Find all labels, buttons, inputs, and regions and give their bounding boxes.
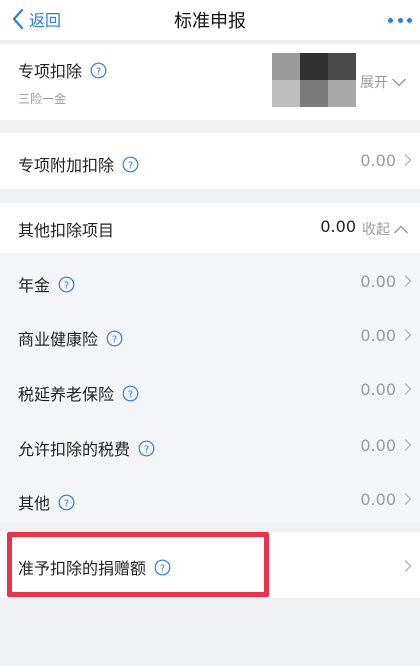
help-icon[interactable]: ? (122, 385, 139, 402)
svg-text:?: ? (128, 160, 133, 171)
item-value: 0.00 (360, 436, 396, 455)
svg-text:?: ? (128, 389, 133, 400)
donation-deduction-row[interactable]: 准予扣除的捐赠额 ? (0, 532, 420, 598)
item-value: 0.00 (360, 490, 396, 509)
chevron-down-icon (392, 78, 406, 86)
item-label: 其他 (18, 494, 51, 513)
chevron-up-icon (394, 225, 408, 233)
help-icon[interactable]: ? (154, 559, 171, 576)
item-label: 商业健康险 (18, 330, 99, 349)
list-item[interactable]: 年金 ? 0.00 (0, 253, 420, 307)
special-deduction-section: 专项扣除 ? 三险一金 (0, 44, 420, 120)
list-item[interactable]: 允许扣除的税费 ? 0.00 (0, 415, 420, 469)
chevron-right-icon (404, 439, 412, 451)
special-deduction-title-row: 专项扣除 ? (18, 58, 107, 82)
svg-text:?: ? (160, 563, 165, 574)
help-icon[interactable]: ? (58, 494, 75, 511)
svg-text:?: ? (96, 66, 101, 77)
other-deduction-header: 其他扣除项目 0.00 收起 (0, 203, 420, 253)
more-icon[interactable] (388, 8, 412, 32)
collapse-toggle[interactable]: 收起 (362, 219, 408, 239)
svg-text:?: ? (144, 444, 149, 455)
chevron-right-icon (404, 154, 412, 166)
svg-text:?: ? (64, 280, 69, 291)
chevron-right-icon (404, 329, 412, 341)
item-title-row: 年金 ? (18, 272, 75, 296)
special-deduction-subtitle: 三险一金 (18, 92, 67, 106)
help-icon[interactable]: ? (90, 62, 107, 79)
additional-deduction-row[interactable]: 专项附加扣除 ? 0.00 (0, 133, 420, 189)
chevron-right-icon (404, 383, 412, 395)
item-value: 0.00 (360, 380, 396, 399)
item-title-row: 商业健康险 ? (18, 326, 123, 350)
chevron-right-icon (404, 275, 412, 287)
nav-bar: 返回 标准申报 (0, 0, 420, 40)
item-title-row: 税延养老保险 ? (18, 381, 139, 405)
additional-deduction-title-row: 专项附加扣除 ? (18, 152, 139, 176)
help-icon[interactable]: ? (122, 156, 139, 173)
item-value: 0.00 (360, 326, 396, 345)
item-value: 0.00 (360, 272, 396, 291)
item-label: 年金 (18, 276, 51, 295)
svg-text:?: ? (112, 334, 117, 345)
donation-title-row: 准予扣除的捐赠额 ? (18, 555, 171, 579)
additional-deduction-title: 专项附加扣除 (18, 156, 115, 175)
help-icon[interactable]: ? (58, 276, 75, 293)
other-deduction-value: 0.00 (320, 217, 356, 236)
item-title-row: 允许扣除的税费 ? (18, 436, 155, 460)
item-label: 允许扣除的税费 (18, 440, 131, 459)
other-deduction-items: 年金 ? 0.00 商业健康险 ? 0.00 税延养老保险 ? 0.00 允许扣… (0, 253, 420, 523)
expand-label: 展开 (360, 75, 388, 91)
item-title-row: 其他 ? (18, 490, 75, 514)
chevron-right-icon (404, 493, 412, 505)
help-icon[interactable]: ? (106, 330, 123, 347)
list-item[interactable]: 税延养老保险 ? 0.00 (0, 361, 420, 415)
help-icon[interactable]: ? (138, 440, 155, 457)
page-title: 标准申报 (174, 11, 246, 32)
donation-title: 准予扣除的捐赠额 (18, 559, 147, 578)
list-item[interactable]: 商业健康险 ? 0.00 (0, 307, 420, 361)
svg-text:?: ? (64, 498, 69, 509)
list-item[interactable]: 其他 ? 0.00 (0, 469, 420, 523)
expand-toggle[interactable]: 展开 (360, 72, 406, 92)
redacted-value-mosaic (272, 53, 356, 107)
other-deduction-title: 其他扣除项目 (18, 221, 115, 240)
item-label: 税延养老保险 (18, 385, 115, 404)
special-deduction-title: 专项扣除 (18, 62, 83, 81)
additional-deduction-value: 0.00 (360, 151, 396, 170)
chevron-right-icon (404, 560, 412, 572)
collapse-label: 收起 (362, 222, 390, 238)
